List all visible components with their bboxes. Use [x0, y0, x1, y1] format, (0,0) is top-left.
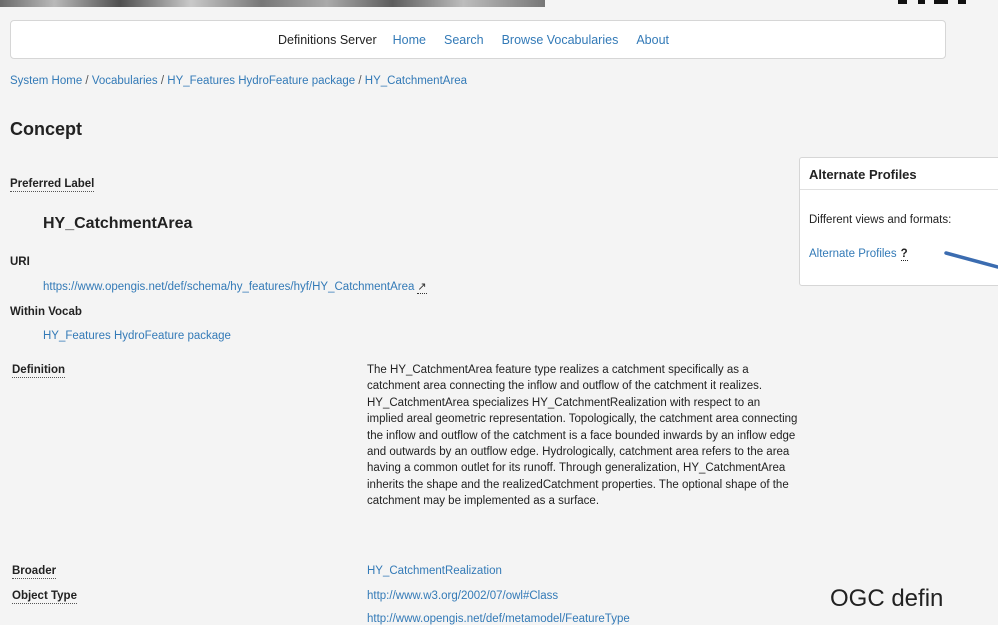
- uri-link[interactable]: https://www.opengis.net/def/schema/hy_fe…: [43, 281, 414, 293]
- breadcrumb-separator: /: [82, 75, 92, 87]
- slide-overlay-text: OGC defin: [830, 585, 944, 612]
- breadcrumb: System Home / Vocabularies / HY_Features…: [10, 75, 467, 87]
- within-vocab-heading: Within Vocab: [10, 306, 82, 318]
- navbar-brand[interactable]: Definitions Server: [278, 33, 377, 47]
- uri-heading: URI: [10, 256, 30, 268]
- annotation-arrow-icon: [944, 251, 998, 269]
- page-title: Concept: [10, 119, 82, 139]
- alternate-profiles-row: Alternate Profiles?: [809, 248, 908, 261]
- alternate-profiles-subtext: Different views and formats:: [809, 214, 952, 226]
- broader-heading: Broader: [12, 565, 57, 579]
- object-type-heading: Object Type: [12, 590, 77, 604]
- nav-search-link[interactable]: Search: [444, 33, 484, 47]
- external-link-icon[interactable]: ↗: [417, 281, 427, 294]
- within-vocab-link[interactable]: HY_Features HydroFeature package: [43, 330, 231, 342]
- preferred-label-heading: Preferred Label: [10, 178, 95, 192]
- breadcrumb-vocabularies[interactable]: Vocabularies: [92, 75, 158, 87]
- breadcrumb-system-home[interactable]: System Home: [10, 75, 82, 87]
- text-fragment-marks: [898, 0, 968, 4]
- broader-link[interactable]: HY_CatchmentRealization: [367, 565, 502, 577]
- breadcrumb-separator: /: [157, 75, 168, 87]
- definition-text: The HY_CatchmentArea feature type realiz…: [367, 364, 798, 508]
- uri-link-row: https://www.opengis.net/def/schema/hy_fe…: [43, 280, 427, 294]
- object-type-feature-type-link[interactable]: http://www.opengis.net/def/metamodel/Fea…: [367, 613, 630, 625]
- top-navbar: Definitions Server Home Search Browse Vo…: [10, 20, 946, 59]
- alternate-profiles-heading: Alternate Profiles: [800, 158, 998, 190]
- breadcrumb-current-concept[interactable]: HY_CatchmentArea: [365, 75, 467, 87]
- nav-about-link[interactable]: About: [636, 33, 669, 47]
- nav-browse-vocabularies-link[interactable]: Browse Vocabularies: [502, 33, 619, 47]
- background-photo-strip: [0, 0, 998, 8]
- breadcrumb-vocab-package[interactable]: HY_Features HydroFeature package: [167, 75, 355, 87]
- header-image-fragment: [0, 0, 545, 7]
- definition-heading: Definition: [12, 364, 66, 378]
- alternate-profiles-link[interactable]: Alternate Profiles: [809, 248, 897, 260]
- preferred-label-value: HY_CatchmentArea: [43, 215, 193, 232]
- nav-home-link[interactable]: Home: [393, 33, 426, 47]
- object-type-owl-class-link[interactable]: http://www.w3.org/2002/07/owl#Class: [367, 590, 558, 602]
- help-question-icon[interactable]: ?: [900, 248, 908, 261]
- breadcrumb-separator: /: [355, 75, 365, 87]
